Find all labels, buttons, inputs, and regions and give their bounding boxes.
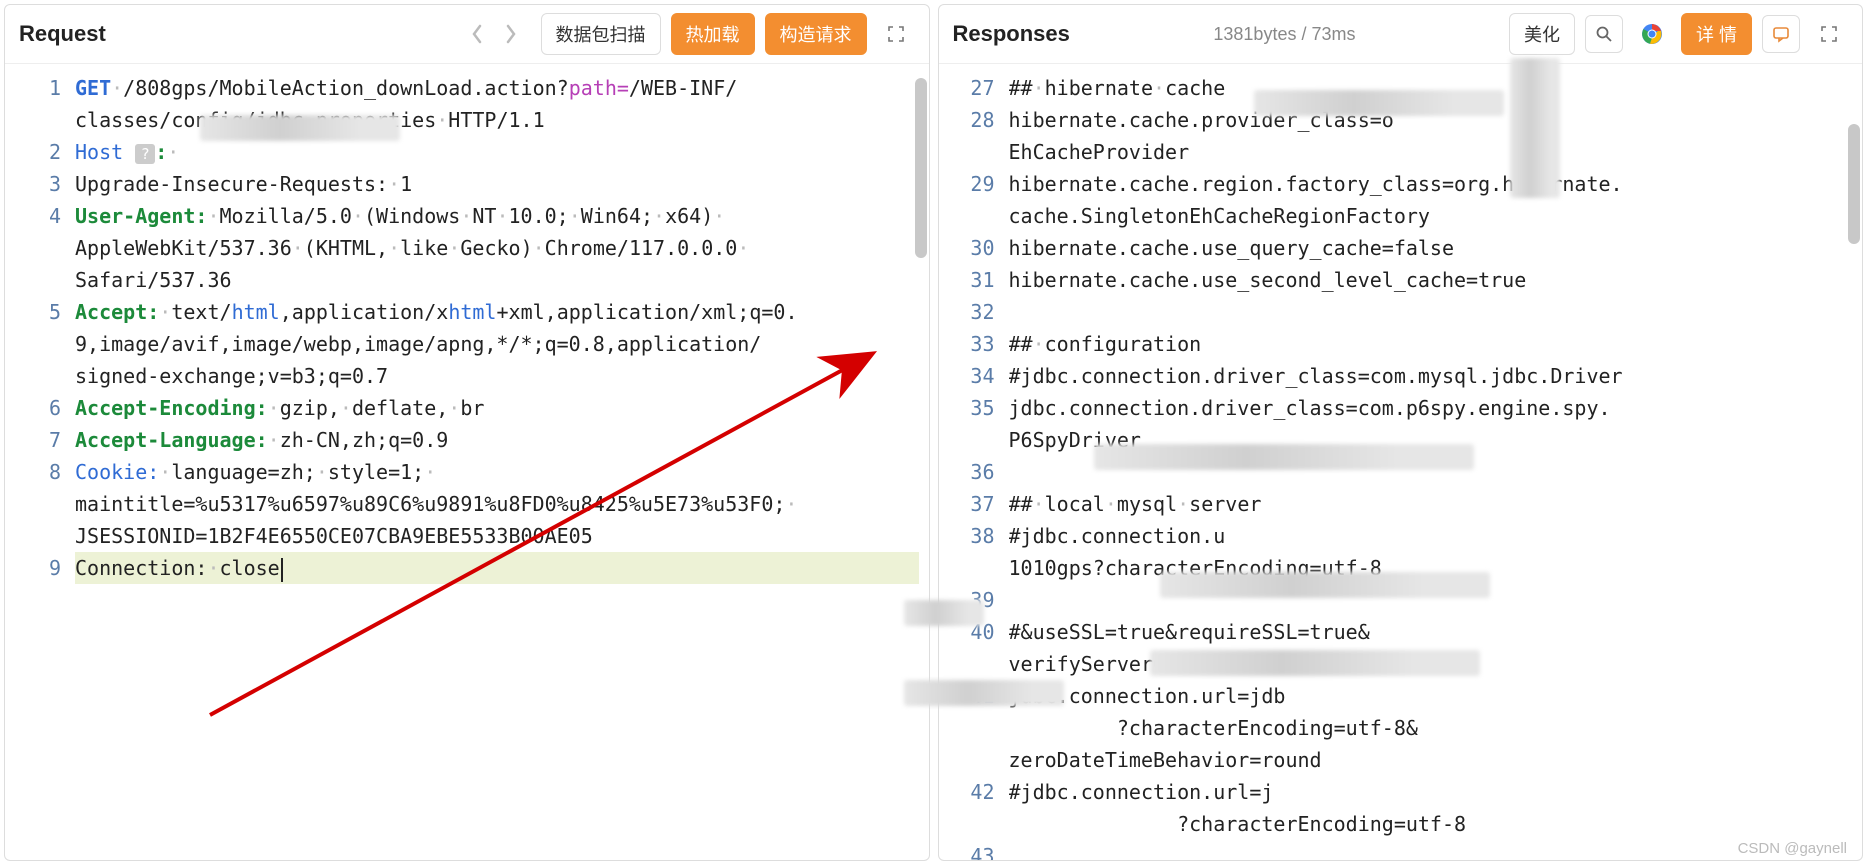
code-line[interactable] xyxy=(1009,296,1853,328)
code-line[interactable]: signed-exchange;v=b3;q=0.7 xyxy=(75,360,919,392)
code-line[interactable]: EhCacheProvider xyxy=(1009,136,1853,168)
code-line[interactable]: #jdbc.connection.driver_class=com.mysql.… xyxy=(1009,360,1853,392)
censor-block xyxy=(200,115,400,141)
code-line[interactable]: JSESSIONID=1B2F4E6550CE07CBA9EBE5533B00A… xyxy=(75,520,919,552)
code-line[interactable]: Accept:·text/html,application/xhtml+xml,… xyxy=(75,296,919,328)
code-line[interactable]: ?characterEncoding=utf-8& xyxy=(1009,712,1853,744)
code-line[interactable]: User-Agent:·Mozilla/5.0·(Windows·NT·10.0… xyxy=(75,200,919,232)
response-meta: 1381bytes / 73ms xyxy=(1203,20,1365,49)
code-line[interactable]: jdbc.connection.url=jdb xyxy=(1009,680,1853,712)
censor-block xyxy=(1150,650,1480,676)
hot-reload-button[interactable]: 热加载 xyxy=(671,13,755,55)
response-header: Responses 1381bytes / 73ms 美化 详 情 xyxy=(939,5,1863,64)
code-line[interactable]: ?characterEncoding=utf-8 xyxy=(1009,808,1853,840)
code-line[interactable]: maintitle=%u5317%u6597%u89C6%u9891%u8FD0… xyxy=(75,488,919,520)
response-title: Responses xyxy=(953,21,1070,47)
censor-block xyxy=(1254,90,1504,116)
scrollbar-thumb[interactable] xyxy=(915,78,927,258)
censor-block xyxy=(1510,58,1560,198)
code-line[interactable]: Accept-Encoding:·gzip,·deflate,·br xyxy=(75,392,919,424)
code-line[interactable]: Accept-Language:·zh-CN,zh;q=0.9 xyxy=(75,424,919,456)
chrome-icon[interactable] xyxy=(1633,15,1671,53)
code-line[interactable]: #jdbc.connection.url=j xyxy=(1009,776,1853,808)
code-line[interactable]: AppleWebKit/537.36·(KHTML,·like·Gecko)·C… xyxy=(75,232,919,264)
censor-block xyxy=(1160,572,1490,598)
code-line[interactable]: GET·/808gps/MobileAction_downLoad.action… xyxy=(75,72,919,104)
packet-scan-button[interactable]: 数据包扫描 xyxy=(541,13,661,55)
code-line[interactable]: hibernate.cache.use_second_level_cache=t… xyxy=(1009,264,1853,296)
line-gutter: 123456789 xyxy=(5,64,75,860)
code-line[interactable]: cache.SingletonEhCacheRegionFactory xyxy=(1009,200,1853,232)
code-line[interactable]: Connection:·close xyxy=(75,552,919,584)
expand-icon[interactable] xyxy=(877,15,915,53)
scrollbar-thumb[interactable] xyxy=(1848,124,1860,244)
code-content[interactable]: GET·/808gps/MobileAction_downLoad.action… xyxy=(75,64,929,860)
code-line[interactable]: #jdbc.connection.u xyxy=(1009,520,1853,552)
code-line[interactable]: Cookie:·language=zh;·style=1;· xyxy=(75,456,919,488)
censor-block xyxy=(1094,444,1474,470)
detail-button[interactable]: 详 情 xyxy=(1681,13,1752,55)
search-icon[interactable] xyxy=(1585,15,1623,53)
code-line[interactable]: Safari/537.36 xyxy=(75,264,919,296)
request-header: Request 数据包扫描 热加载 构造请求 xyxy=(5,5,929,64)
request-editor[interactable]: 123456789GET·/808gps/MobileAction_downLo… xyxy=(5,64,929,860)
code-line[interactable]: jdbc.connection.driver_class=com.p6spy.e… xyxy=(1009,392,1853,424)
history-prev-button[interactable] xyxy=(463,20,491,48)
history-next-button[interactable] xyxy=(497,20,525,48)
request-panel: Request 数据包扫描 热加载 构造请求 123456789GET·/808… xyxy=(4,4,930,861)
chat-icon[interactable] xyxy=(1762,15,1800,53)
code-line[interactable]: hibernate.cache.region.factory_class=org… xyxy=(1009,168,1853,200)
code-line[interactable] xyxy=(1009,840,1853,860)
build-request-button[interactable]: 构造请求 xyxy=(765,13,867,55)
request-title: Request xyxy=(19,21,106,47)
censor-block xyxy=(904,600,984,626)
censor-block xyxy=(904,680,1064,706)
expand-icon[interactable] xyxy=(1810,15,1848,53)
code-line[interactable]: 9,image/avif,image/webp,image/apng,*/*;q… xyxy=(75,328,919,360)
beautify-button[interactable]: 美化 xyxy=(1509,13,1575,55)
code-line[interactable]: Upgrade-Insecure-Requests:·1 xyxy=(75,168,919,200)
line-gutter: 2728293031323334353637383940414243 xyxy=(939,64,1009,860)
code-line[interactable]: zeroDateTimeBehavior=round xyxy=(1009,744,1853,776)
code-line[interactable]: ##·local·mysql·server xyxy=(1009,488,1853,520)
code-line[interactable]: ##·configuration xyxy=(1009,328,1853,360)
watermark: CSDN @gaynell xyxy=(1738,840,1847,857)
code-line[interactable]: #&useSSL=true&requireSSL=true& xyxy=(1009,616,1853,648)
history-nav xyxy=(457,20,531,48)
code-line[interactable]: hibernate.cache.use_query_cache=false xyxy=(1009,232,1853,264)
response-panel: Responses 1381bytes / 73ms 美化 详 情 xyxy=(938,4,1864,861)
